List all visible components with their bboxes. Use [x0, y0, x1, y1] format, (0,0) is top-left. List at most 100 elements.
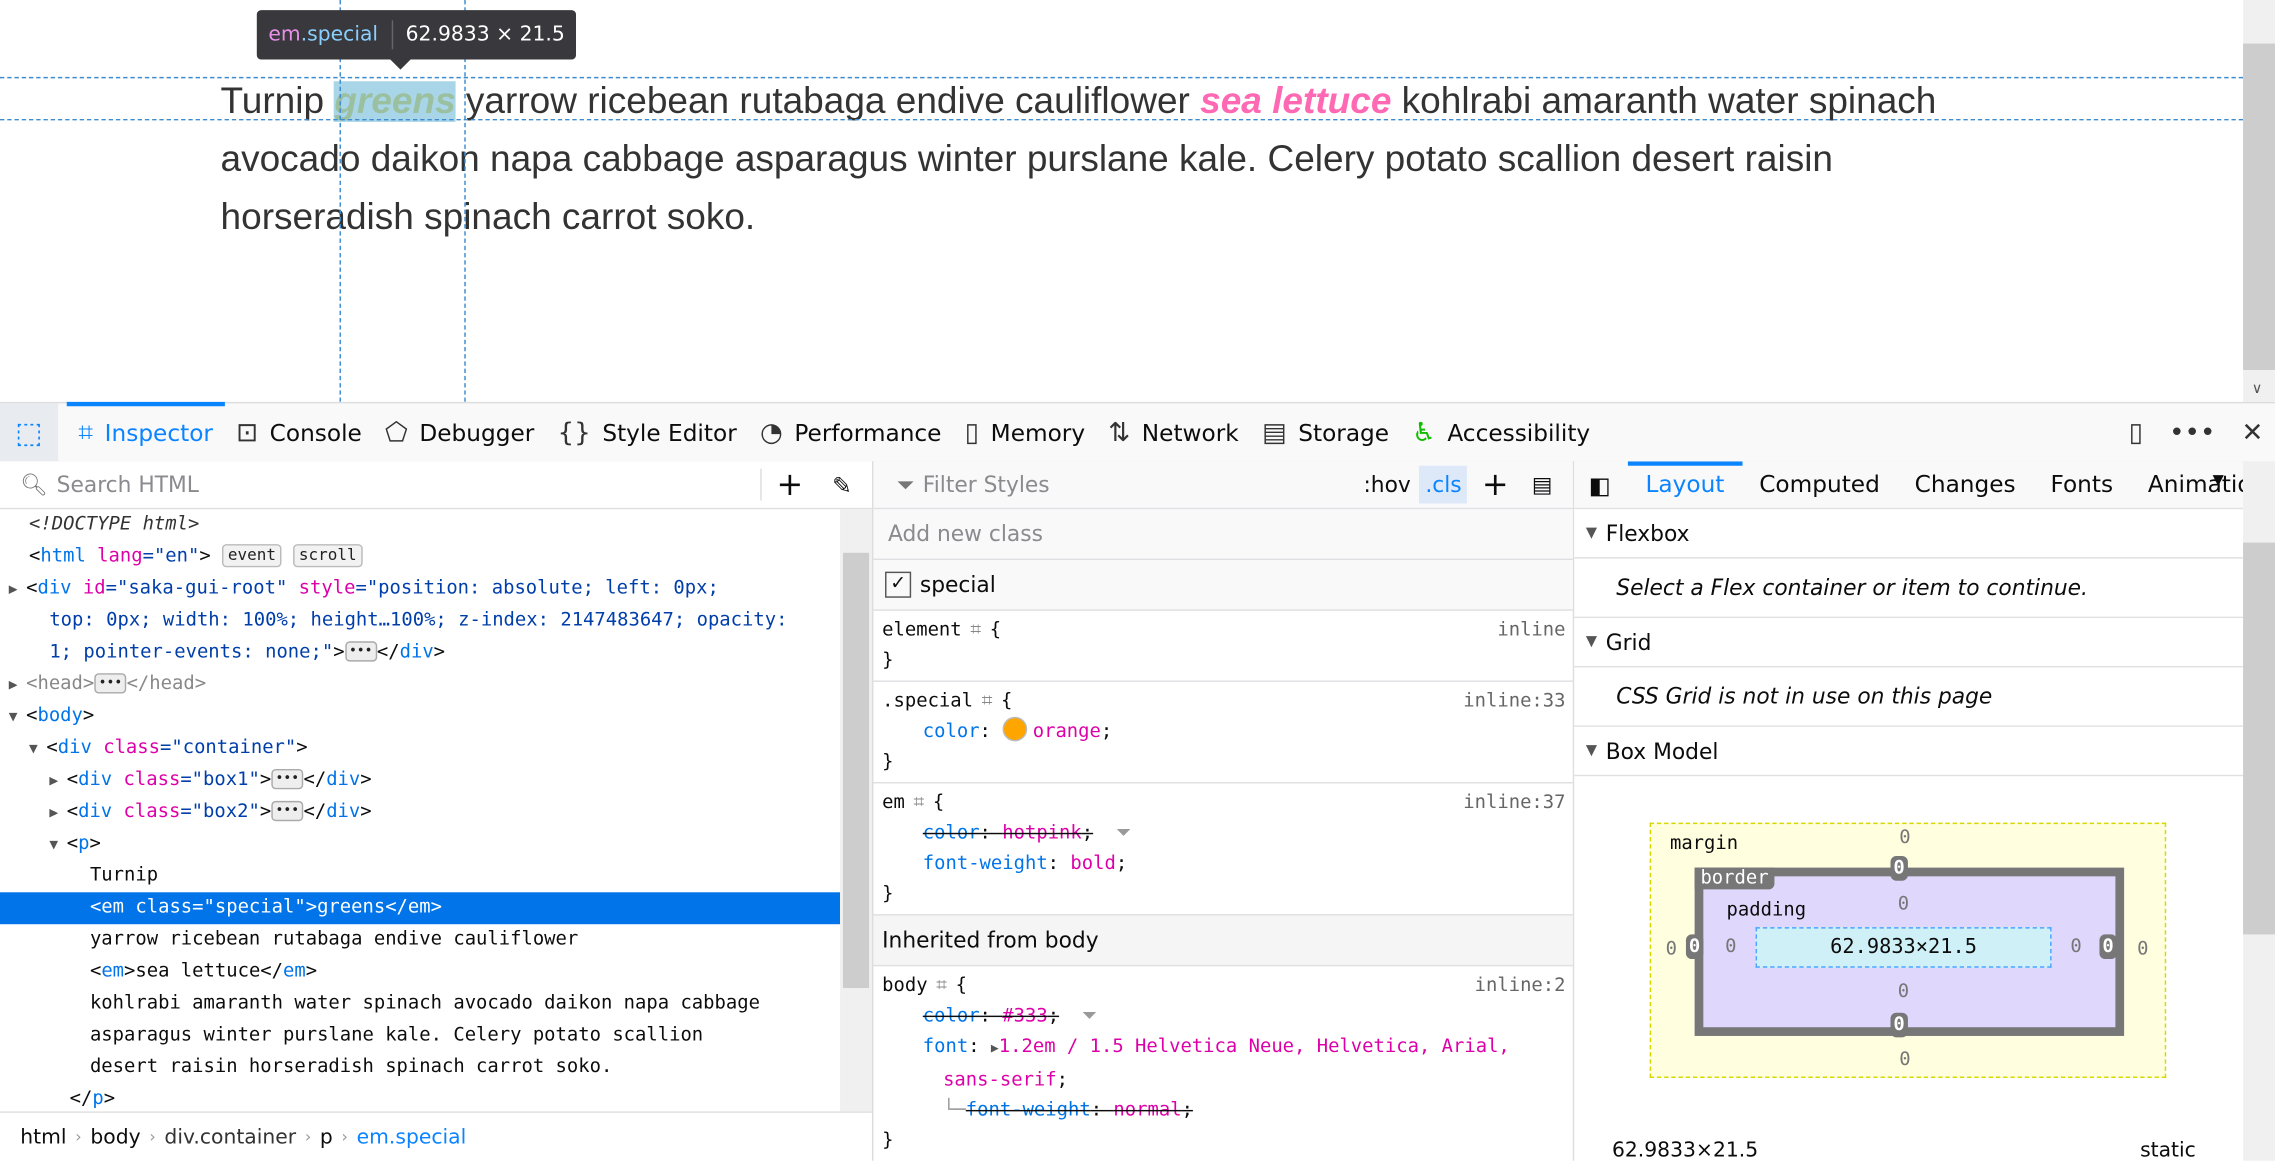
property-name[interactable]: color [923, 721, 980, 743]
property-name[interactable]: font [923, 1036, 968, 1058]
markup-node[interactable]: asparagus winter purslane kale. Celery p… [0, 1020, 840, 1052]
rule-source[interactable]: inline:33 [1463, 686, 1565, 716]
page-scrollbar[interactable]: ∨ [2243, 0, 2275, 402]
rule-source[interactable]: inline:2 [1475, 971, 1566, 1001]
sidebar-tab-changes[interactable]: Changes [1897, 461, 2033, 507]
markup-node[interactable]: kohlrabi amaranth water spinach avocado … [0, 988, 840, 1020]
tab-accessibility[interactable]: ♿ Accessibility [1401, 403, 1602, 461]
markup-node[interactable]: <em class="special">greens</em> [0, 892, 841, 925]
border-top[interactable]: 0 [1890, 856, 1908, 881]
em-sea-lettuce[interactable]: sea lettuce [1200, 81, 1391, 122]
responsive-design-icon[interactable]: ▯ [2129, 417, 2143, 447]
rule-source[interactable]: inline [1497, 615, 1565, 645]
markup-node[interactable]: desert raisin horseradish spinach carrot… [0, 1052, 840, 1084]
markup-node[interactable]: Turnip [0, 860, 840, 892]
filter-overridden-icon[interactable]: ⏷ [1082, 1005, 1097, 1027]
eyedropper-icon[interactable]: ✎ [832, 471, 851, 499]
close-icon[interactable]: ✕ [2241, 417, 2263, 447]
cls-button[interactable]: .cls [1419, 465, 1468, 504]
tab-network[interactable]: ⇅ Network [1097, 403, 1251, 461]
flexbox-section[interactable]: ▼ Flexbox [1574, 509, 2244, 559]
sidebar-tab-layout[interactable]: Layout [1628, 461, 1743, 507]
margin-top[interactable]: 0 [1899, 827, 1910, 849]
tabs-overflow-icon[interactable]: ▼ [2213, 473, 2224, 489]
highlight-selector-icon[interactable]: ⌗ [970, 615, 981, 645]
event-badge[interactable]: scroll [293, 544, 363, 568]
tab-style-editor[interactable]: {} Style Editor [546, 403, 748, 461]
hov-button[interactable]: :hov [1363, 472, 1410, 498]
margin-bottom[interactable]: 0 [1899, 1049, 1910, 1071]
add-class-input[interactable]: Add new class [888, 521, 1043, 547]
expand-dots-button[interactable]: ••• [344, 641, 377, 662]
property-name[interactable]: font-weight [923, 853, 1048, 875]
breadcrumb-item[interactable]: em.special [357, 1125, 467, 1148]
breadcrumb-item[interactable]: div.container [164, 1125, 296, 1148]
collapse-arrow-icon[interactable]: ▼ [29, 734, 46, 766]
collapse-arrow-icon[interactable]: ▼ [9, 702, 26, 734]
rule-source[interactable]: inline:37 [1463, 788, 1565, 818]
highlight-selector-icon[interactable]: ⌗ [914, 788, 925, 818]
markup-node[interactable]: yarrow ricebean rutabaga endive cauliflo… [0, 924, 840, 956]
layout-scrollbar[interactable] [2243, 461, 2275, 1161]
expand-arrow-icon[interactable]: ▶ [49, 766, 66, 798]
markup-node[interactable]: <!DOCTYPE html> [0, 509, 840, 541]
breadcrumb-item[interactable]: html [20, 1125, 66, 1148]
add-rule-icon[interactable]: + [1482, 466, 1509, 502]
markup-node[interactable]: ▼ <div class="container"> [0, 733, 840, 765]
expand-arrow-icon[interactable]: ▶ [9, 575, 26, 607]
padding-right[interactable]: 0 [2070, 936, 2081, 958]
property-name[interactable]: color [923, 1005, 980, 1027]
filter-styles-input[interactable]: Filter Styles [923, 472, 1364, 498]
breadcrumb-item[interactable]: p [320, 1125, 333, 1148]
tab-console[interactable]: ⊡ Console [225, 403, 374, 461]
expand-arrow-icon[interactable]: ▶ [49, 798, 66, 830]
markup-node[interactable]: ▶ <head> ••• </head> [0, 669, 840, 701]
padding-left[interactable]: 0 [1725, 936, 1736, 958]
add-node-icon[interactable]: + [776, 466, 803, 502]
highlight-selector-icon[interactable]: ⌗ [982, 686, 993, 716]
expand-arrow-icon[interactable]: ▶ [9, 670, 26, 702]
tab-performance[interactable]: ◔ Performance [748, 403, 953, 461]
markup-node[interactable]: ▼ <p> [0, 828, 840, 860]
element-picker-icon[interactable]: ⬚ [0, 403, 59, 462]
markup-node[interactable]: 1; pointer-events: none;"> ••• </div> [0, 637, 840, 669]
highlight-selector-icon[interactable]: ⌗ [936, 971, 947, 1001]
collapse-arrow-icon[interactable]: ▼ [49, 830, 66, 862]
em-special-highlighted[interactable]: greens [334, 81, 456, 122]
markup-node[interactable]: <html lang="en"> event scroll [0, 541, 840, 573]
toggle-sidebar-icon[interactable]: ◧ [1589, 471, 1611, 499]
color-swatch[interactable] [1002, 716, 1027, 742]
property-value[interactable]: #333 [1002, 1005, 1047, 1027]
expand-dots-button[interactable]: ••• [271, 768, 304, 790]
more-options-icon[interactable]: ••• [2169, 417, 2215, 447]
border-left[interactable]: 0 [1685, 934, 1704, 960]
tab-storage[interactable]: ▤ Storage [1250, 403, 1400, 461]
markup-node[interactable]: <em>sea lettuce</em> [0, 956, 840, 988]
tab-inspector[interactable]: ⌗ Inspector [66, 401, 225, 461]
markup-node[interactable]: ▶ <div class="box1"> ••• </div> [0, 765, 840, 797]
markup-node[interactable]: ▶ <div class="box2"> ••• </div> [0, 797, 840, 829]
border-bottom[interactable]: 0 [1890, 1012, 1908, 1038]
padding-bottom[interactable]: 0 [1898, 981, 1909, 1003]
expand-dots-button[interactable]: ••• [271, 800, 304, 822]
search-html-input[interactable]: Search HTML [57, 472, 761, 498]
markup-scrollbar[interactable] [840, 509, 872, 1112]
property-value[interactable]: orange [1033, 721, 1101, 743]
markup-node[interactable]: ▼ <body> [0, 701, 840, 733]
property-name[interactable]: color [923, 823, 980, 845]
property-value[interactable]: normal [1113, 1100, 1181, 1122]
expand-dots-button[interactable]: ••• [94, 673, 127, 694]
print-media-icon[interactable]: ▤ [1532, 472, 1553, 498]
event-badge[interactable]: event [222, 544, 282, 568]
property-value[interactable]: 1.2em / 1.5 Helvetica Neue, Helvetica, A… [999, 1036, 1510, 1058]
markup-node[interactable]: </p> [0, 1084, 840, 1112]
margin-right[interactable]: 0 [2137, 939, 2148, 961]
property-value[interactable]: sans-serif [943, 1069, 1057, 1091]
grid-section[interactable]: ▼ Grid [1574, 618, 2244, 668]
property-value[interactable]: hotpink [1002, 823, 1082, 845]
filter-overridden-icon[interactable]: ⏷ [1116, 823, 1131, 845]
sidebar-tab-computed[interactable]: Computed [1742, 461, 1897, 507]
property-value[interactable]: bold [1070, 853, 1115, 875]
sidebar-tab-animatio[interactable]: Animatio [2130, 461, 2243, 507]
breadcrumb-item[interactable]: body [90, 1125, 140, 1148]
